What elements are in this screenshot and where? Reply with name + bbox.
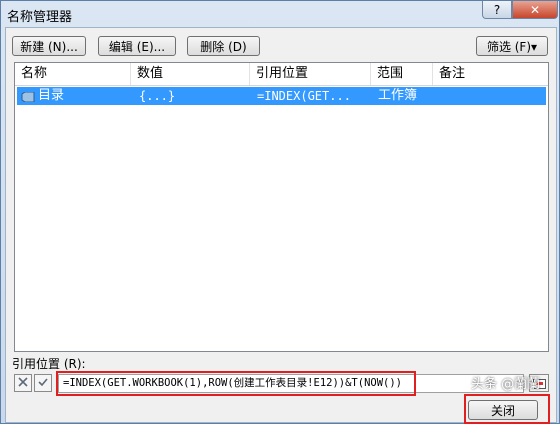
- column-header-comment[interactable]: 备注: [433, 63, 548, 85]
- confirm-edit-button[interactable]: [34, 374, 52, 392]
- cross-icon: [17, 376, 29, 391]
- cancel-edit-button[interactable]: [14, 374, 32, 392]
- row-value: {...}: [139, 89, 176, 103]
- column-header-refers-to[interactable]: 引用位置: [250, 63, 371, 85]
- close-window-button[interactable]: ✕: [512, 1, 558, 19]
- title-bar: 名称管理器 ? ✕: [1, 1, 559, 27]
- edit-button[interactable]: 编辑 (E)...: [98, 36, 176, 56]
- filter-button[interactable]: 筛选 (F)▾: [476, 36, 548, 56]
- dialog-title: 名称管理器: [7, 10, 73, 25]
- highlight-box-formula: [56, 371, 416, 396]
- highlight-box-close: [464, 394, 550, 424]
- row-scope: 工作簿: [378, 88, 418, 103]
- name-tag-icon: [21, 91, 35, 105]
- table-row[interactable]: 目录 {...} =INDEX(GET... 工作簿: [17, 87, 546, 105]
- row-name: 目录: [38, 88, 65, 103]
- column-header-scope[interactable]: 范围: [371, 63, 433, 85]
- dialog-body: 新建 (N)... 编辑 (E)... 删除 (D) 筛选 (F)▾ 名称 数值…: [5, 27, 557, 424]
- name-manager-dialog: 名称管理器 ? ✕ 新建 (N)... 编辑 (E)... 删除 (D) 筛选 …: [0, 0, 560, 424]
- new-button[interactable]: 新建 (N)...: [12, 36, 86, 56]
- refers-to-label: 引用位置 (R):: [12, 357, 86, 371]
- names-list[interactable]: 名称 数值 引用位置 范围 备注 目录 {...} =INDEX(GET... …: [14, 62, 549, 352]
- delete-button[interactable]: 删除 (D): [187, 36, 260, 56]
- help-button[interactable]: ?: [482, 1, 512, 19]
- check-icon: [37, 376, 49, 391]
- list-header: 名称 数值 引用位置 范围 备注: [15, 63, 548, 86]
- row-refers-to: =INDEX(GET...: [257, 89, 351, 103]
- watermark-text: 头条 @蘭蘭: [471, 377, 541, 392]
- column-header-name[interactable]: 名称: [15, 63, 131, 85]
- column-header-value[interactable]: 数值: [131, 63, 250, 85]
